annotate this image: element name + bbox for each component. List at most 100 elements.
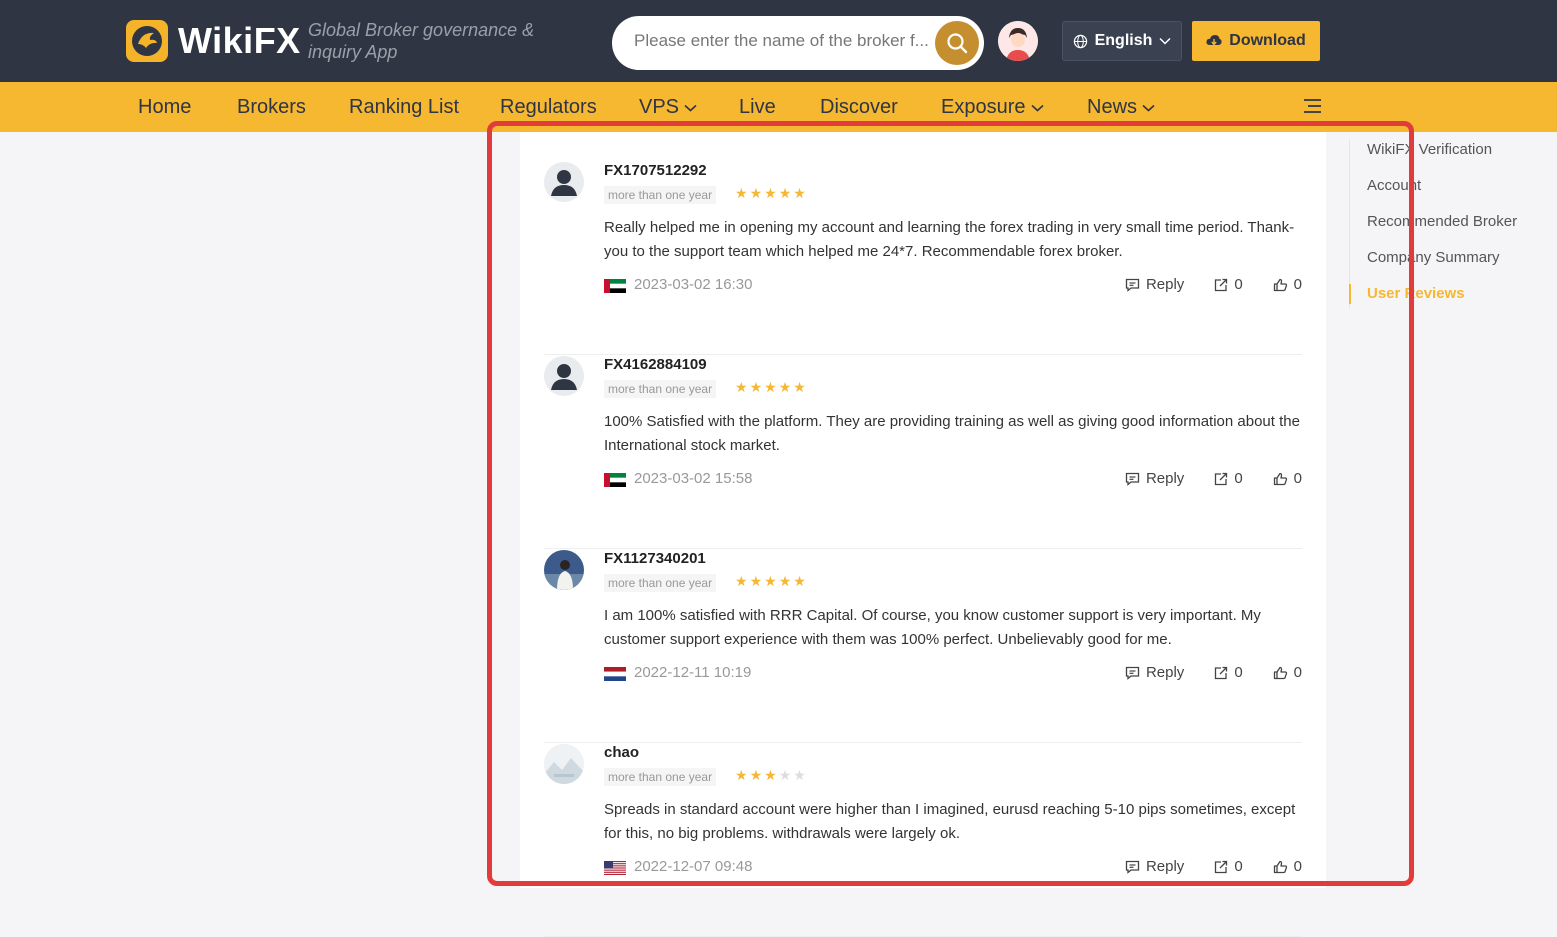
sidebar-item-recommended-broker[interactable]: Recommended Broker xyxy=(1367,213,1517,230)
logo-text[interactable]: WikiFX xyxy=(178,20,301,62)
chevron-down-icon xyxy=(1159,37,1171,45)
review-time-badge: more than one year xyxy=(604,186,717,204)
star-icon: ★ xyxy=(735,767,748,783)
nav-label: Brokers xyxy=(237,96,306,118)
like-count: 0 xyxy=(1293,858,1302,875)
nav-label: Live xyxy=(739,96,776,118)
sidebar-item-company-summary[interactable]: Company Summary xyxy=(1367,249,1500,266)
reviewer-name[interactable]: FX4162884109 xyxy=(604,356,707,373)
download-label: Download xyxy=(1229,32,1306,49)
rating-stars: ★ ★ ★ ★ ★ xyxy=(735,767,806,783)
country-flag-icon xyxy=(604,667,626,681)
sidebar-item-user-reviews[interactable]: User Reviews xyxy=(1367,285,1465,302)
star-icon: ★ xyxy=(778,379,792,395)
nav-label: Home xyxy=(138,96,192,118)
nav-brokers[interactable]: Brokers xyxy=(237,96,306,119)
like-button[interactable]: 0 xyxy=(1273,664,1302,681)
star-icon: ★ xyxy=(764,379,777,395)
like-button[interactable]: 0 xyxy=(1273,858,1302,875)
rating-stars: ★ ★ ★ ★ ★ xyxy=(735,573,806,589)
search-input[interactable] xyxy=(634,31,939,51)
star-icon: ★ xyxy=(793,767,806,783)
reply-button[interactable]: Reply xyxy=(1125,664,1184,681)
reply-label: Reply xyxy=(1145,470,1185,487)
nav-label: News xyxy=(1087,96,1138,118)
reply-button[interactable]: Reply xyxy=(1125,276,1184,293)
sidebar-item-wikifx-verification[interactable]: WikiFX Verification xyxy=(1367,141,1492,158)
reply-button[interactable]: Reply xyxy=(1125,470,1184,487)
reviewer-name[interactable]: FX1707512292 xyxy=(604,162,707,179)
share-icon xyxy=(1215,860,1228,873)
reply-button[interactable]: Reply xyxy=(1125,858,1184,875)
nav-news[interactable]: News xyxy=(1087,96,1155,119)
share-count: 0 xyxy=(1234,276,1243,293)
reviewer-name[interactable]: FX1127340201 xyxy=(604,550,706,567)
share-icon xyxy=(1215,666,1228,679)
share-icon xyxy=(1215,472,1228,485)
language-label: English xyxy=(1094,32,1153,49)
nav-live[interactable]: Live xyxy=(739,96,776,119)
country-flag-icon xyxy=(604,473,626,487)
star-icon: ★ xyxy=(778,185,792,201)
nav-exposure[interactable]: Exposure xyxy=(941,96,1044,119)
reply-label: Reply xyxy=(1145,276,1185,293)
comment-icon xyxy=(1125,278,1140,292)
nav-discover[interactable]: Discover xyxy=(820,96,898,119)
comment-icon xyxy=(1125,860,1140,874)
review-actions: Reply 0 0 xyxy=(1125,858,1302,875)
nav-vps[interactable]: VPS xyxy=(639,96,697,119)
star-icon: ★ xyxy=(764,573,777,589)
user-avatar[interactable] xyxy=(998,21,1038,61)
star-icon: ★ xyxy=(735,573,748,589)
reviewer-name[interactable]: chao xyxy=(604,744,639,761)
thumbs-up-icon xyxy=(1273,860,1287,873)
sidebar-item-account[interactable]: Account xyxy=(1367,177,1421,194)
download-button[interactable]: Download xyxy=(1192,21,1320,61)
share-button[interactable]: 0 xyxy=(1214,276,1243,293)
menu-icon[interactable] xyxy=(1302,98,1322,114)
nav-ranking-list[interactable]: Ranking List xyxy=(349,96,459,119)
share-count: 0 xyxy=(1234,664,1243,681)
share-button[interactable]: 0 xyxy=(1214,470,1243,487)
star-icon: ★ xyxy=(735,379,748,395)
nav-label: Exposure xyxy=(941,96,1026,118)
star-icon: ★ xyxy=(764,767,777,783)
nav-label: Regulators xyxy=(500,96,597,118)
review-date: 2022-12-07 09:48 xyxy=(634,858,753,875)
star-icon: ★ xyxy=(749,767,763,783)
top-header: WikiFX Global Broker governance & inquir… xyxy=(0,0,1557,82)
review-actions: Reply 0 0 xyxy=(1125,276,1302,293)
like-button[interactable]: 0 xyxy=(1273,276,1302,293)
reviewer-avatar[interactable] xyxy=(544,162,584,202)
search-button[interactable] xyxy=(935,21,979,65)
wikifx-logo-icon[interactable] xyxy=(126,20,168,62)
reviewer-avatar[interactable] xyxy=(544,550,584,590)
star-icon: ★ xyxy=(764,185,777,201)
country-flag-icon xyxy=(604,279,626,293)
language-selector[interactable]: English xyxy=(1062,21,1182,61)
rating-stars: ★ ★ ★ ★ ★ xyxy=(735,185,806,201)
rating-stars: ★ ★ ★ ★ ★ xyxy=(735,379,806,395)
like-button[interactable]: 0 xyxy=(1273,470,1302,487)
share-button[interactable]: 0 xyxy=(1214,664,1243,681)
star-icon: ★ xyxy=(735,185,748,201)
nav-regulators[interactable]: Regulators xyxy=(500,96,597,119)
review-text: Spreads in standard account were higher … xyxy=(604,801,1296,842)
review-text: I am 100% satisfied with RRR Capital. Of… xyxy=(604,607,1261,648)
review-time-badge: more than one year xyxy=(604,768,717,786)
share-count: 0 xyxy=(1234,858,1243,875)
nav-label: Discover xyxy=(820,96,898,118)
nav-home[interactable]: Home xyxy=(138,96,191,119)
review-divider xyxy=(544,742,1302,743)
review-time-badge: more than one year xyxy=(604,574,717,592)
sidebar-active-indicator xyxy=(1349,284,1351,304)
search-bar[interactable] xyxy=(612,16,984,70)
review-text: 100% Satisfied with the platform. They a… xyxy=(604,413,1300,454)
main-nav: Home Brokers Ranking List Regulators VPS… xyxy=(0,82,1557,132)
chevron-down-icon xyxy=(1030,104,1044,112)
chevron-down-icon xyxy=(684,104,697,112)
nav-label: VPS xyxy=(639,96,680,118)
reviewer-avatar[interactable] xyxy=(544,744,584,784)
share-button[interactable]: 0 xyxy=(1214,858,1243,875)
reviewer-avatar[interactable] xyxy=(544,356,584,396)
